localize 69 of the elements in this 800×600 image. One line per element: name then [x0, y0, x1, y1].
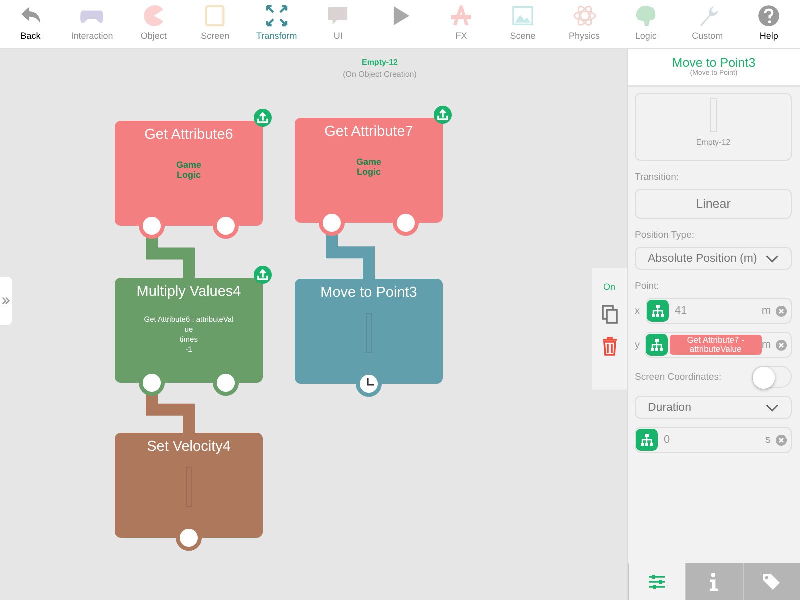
- field-label: Transition:: [635, 172, 680, 183]
- upload-icon[interactable]: [254, 109, 272, 127]
- tags-icon: [760, 572, 783, 592]
- object-name: Empty-12: [696, 138, 731, 147]
- chevron-icon: [2, 297, 10, 305]
- sidebar-handle[interactable]: [0, 277, 12, 325]
- node-title: Set Velocity4: [147, 439, 231, 455]
- node-title: Get Attribute6: [144, 127, 234, 143]
- chevron-down-icon: [766, 254, 779, 262]
- field-label: Position Type:: [635, 230, 696, 241]
- category-button[interactable]: Transform: [246, 0, 308, 48]
- object-preview[interactable]: Empty-12: [635, 93, 792, 161]
- event-label: (On Object Creation): [343, 70, 417, 79]
- logic-node[interactable]: Get Attribute6 Game Logic: [115, 121, 263, 226]
- hierarchy-icon[interactable]: [646, 334, 668, 356]
- toggle-label: Screen Coordinates:: [635, 372, 722, 382]
- expand-arrows-icon: [264, 3, 290, 29]
- transition-button[interactable]: Linear: [635, 189, 792, 219]
- toggle-switch[interactable]: [752, 366, 792, 388]
- clear-icon[interactable]: [776, 434, 787, 446]
- help-icon: [756, 3, 782, 29]
- category-button[interactable]: Scene: [492, 0, 554, 48]
- attribute-tag[interactable]: Get Attribute7 - attributeValue: [670, 334, 762, 356]
- value-field[interactable]: Get Attribute7 - attributeValue m: [644, 332, 792, 358]
- field-value: 0: [664, 434, 672, 446]
- position-type-dropdown[interactable]: Absolute Position (m): [635, 247, 792, 270]
- category-button[interactable]: Object: [123, 0, 185, 48]
- unit-label: s: [766, 434, 771, 446]
- panel-title: Move to Point3: [672, 56, 756, 70]
- clear-icon[interactable]: [776, 306, 787, 316]
- axis-label: y: [635, 340, 641, 350]
- object-name: Empty-12: [362, 58, 398, 67]
- field-value: 41: [675, 305, 688, 317]
- panel-tab[interactable]: [685, 563, 743, 600]
- category-button[interactable]: FX: [430, 0, 492, 48]
- node-logo: Game Logic: [356, 157, 382, 177]
- upload-icon[interactable]: [254, 266, 272, 284]
- category-button[interactable]: Logic: [615, 0, 677, 48]
- chevron-down-icon: [766, 404, 779, 412]
- logic-node[interactable]: Move to Point3: [295, 279, 443, 384]
- hierarchy-icon[interactable]: [647, 300, 669, 322]
- node-title: Move to Point3: [320, 285, 418, 301]
- logic-node[interactable]: Set Velocity4: [115, 433, 263, 538]
- help-button[interactable]: Help: [738, 0, 800, 48]
- timing-dropdown[interactable]: Duration: [635, 396, 792, 419]
- clear-icon[interactable]: [776, 340, 787, 350]
- unit-label: m: [762, 339, 771, 351]
- category-button[interactable]: UI: [308, 0, 370, 48]
- value-field[interactable]: 0 s: [635, 427, 792, 453]
- field-label: Point:: [635, 281, 660, 292]
- atom-icon: [572, 3, 598, 29]
- enable-toggle[interactable]: On: [603, 282, 616, 292]
- axis-label: x: [635, 306, 641, 316]
- node-title: Get Attribute7: [324, 124, 414, 140]
- copy-icon[interactable]: [600, 304, 620, 324]
- node-title: Multiply Values4: [136, 284, 242, 300]
- info-icon: [710, 572, 718, 590]
- hierarchy-icon[interactable]: [636, 429, 658, 451]
- panel-tab[interactable]: [742, 563, 800, 600]
- node-logo: Game Logic: [176, 160, 202, 180]
- category-button[interactable]: Physics: [554, 0, 616, 48]
- logic-node[interactable]: Get Attribute7 Game Logic: [295, 118, 443, 223]
- category-button[interactable]: Screen: [184, 0, 246, 48]
- unit-label: m: [762, 305, 771, 317]
- value-field[interactable]: 41 m: [646, 298, 792, 324]
- back-button[interactable]: Back: [0, 0, 62, 48]
- upload-icon[interactable]: [434, 106, 452, 124]
- category-button[interactable]: Custom: [676, 0, 738, 48]
- category-button[interactable]: Interaction: [62, 0, 124, 48]
